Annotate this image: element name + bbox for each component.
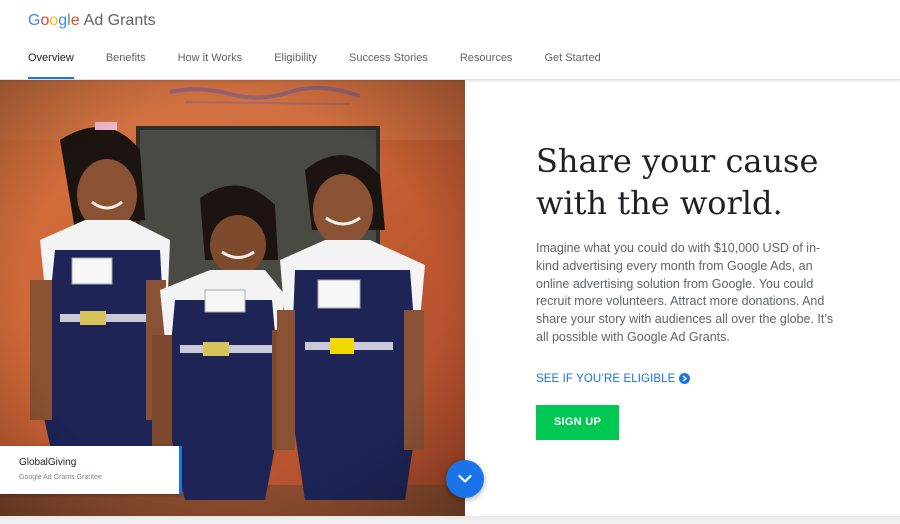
section-divider bbox=[0, 516, 900, 524]
eligible-link-label: SEE IF YOU’RE ELIGIBLE bbox=[536, 372, 676, 385]
nav-how-it-works[interactable]: How it Works bbox=[178, 48, 243, 80]
hero-content: Share your cause with the world. Imagine… bbox=[536, 140, 836, 440]
chevron-down-icon bbox=[458, 474, 472, 483]
logo-letter: e bbox=[70, 12, 80, 29]
page-headline: Share your cause with the world. bbox=[536, 142, 819, 222]
logo-letter: g bbox=[58, 12, 68, 29]
intro-paragraph: Imagine what you could do with $10,000 U… bbox=[536, 241, 834, 344]
caption-subtitle: Google Ad Grants Grantee bbox=[19, 474, 102, 481]
nav-eligibility[interactable]: Eligibility bbox=[274, 48, 317, 80]
nav-overview[interactable]: Overview bbox=[28, 48, 74, 80]
google-wordmark: Google bbox=[28, 12, 80, 30]
nav-resources[interactable]: Resources bbox=[460, 48, 513, 80]
main-nav: Overview Benefits How it Works Eligibili… bbox=[0, 48, 601, 80]
arrow-right-circle-icon bbox=[679, 373, 691, 385]
scroll-down-button[interactable] bbox=[446, 460, 484, 498]
nav-benefits[interactable]: Benefits bbox=[106, 48, 146, 80]
google-ad-grants-logo[interactable]: Google Ad Grants bbox=[28, 12, 156, 32]
logo-letter: o bbox=[49, 12, 59, 29]
sign-up-button[interactable]: SIGN UP bbox=[536, 404, 619, 440]
caption-org-name: GlobalGiving bbox=[19, 457, 77, 468]
logo-letter: G bbox=[28, 12, 41, 29]
photo-caption-card: GlobalGiving Google Ad Grants Grantee bbox=[0, 446, 182, 494]
site-header: Google Ad Grants Overview Benefits How i… bbox=[0, 0, 900, 80]
logo-product-name: Ad Grants bbox=[83, 12, 156, 29]
nav-success-stories[interactable]: Success Stories bbox=[349, 48, 428, 80]
nav-get-started[interactable]: Get Started bbox=[544, 48, 600, 80]
see-if-eligible-link[interactable]: SEE IF YOU’RE ELIGIBLE bbox=[536, 373, 836, 385]
